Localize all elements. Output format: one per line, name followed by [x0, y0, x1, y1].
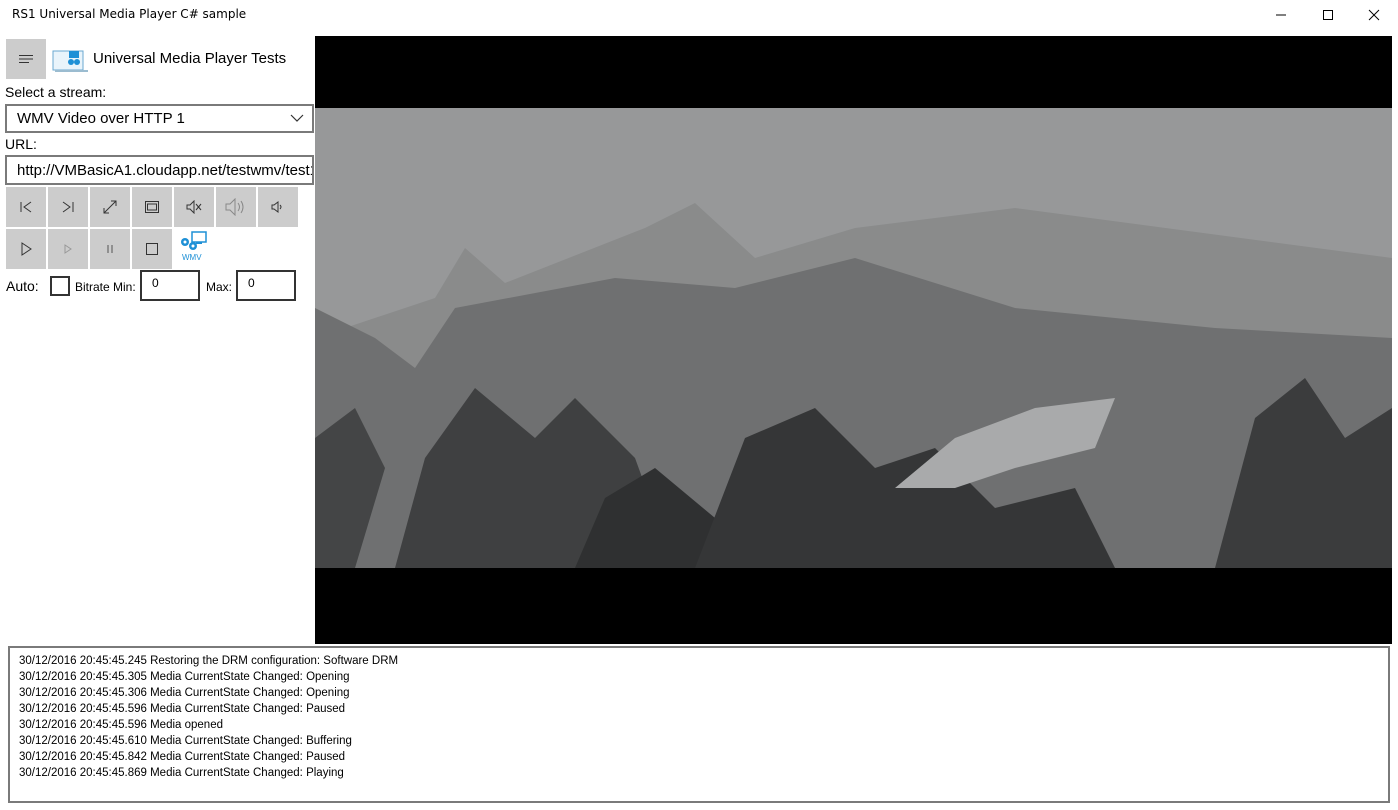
log-line: 30/12/2016 20:45:45.869 Media CurrentSta… [19, 767, 344, 779]
play-disabled-icon [64, 244, 72, 254]
url-value: http://VMBasicA1.cloudapp.net/testwmv/te… [17, 162, 312, 179]
play-icon [21, 242, 32, 256]
bitrate-min-value: 0 [152, 276, 159, 290]
app-logo-icon [52, 50, 88, 72]
left-panel: Universal Media Player Tests Select a st… [0, 36, 315, 644]
log-line: 30/12/2016 20:45:45.610 Media CurrentSta… [19, 735, 352, 747]
bitrate-max-input[interactable]: 0 [236, 270, 296, 301]
bitrate-max-label: Max: [206, 280, 233, 294]
next-button[interactable] [48, 187, 88, 227]
maximize-icon [1323, 10, 1333, 20]
auto-checkbox[interactable] [50, 276, 70, 296]
mute-button[interactable] [174, 187, 214, 227]
title-bar: RS1 Universal Media Player C# sample [0, 0, 1398, 32]
app-title: Universal Media Player Tests [93, 50, 287, 67]
pause-icon [107, 245, 113, 253]
close-button[interactable] [1351, 0, 1397, 30]
stream-selected-value: WMV Video over HTTP 1 [17, 110, 185, 127]
fullscreen-icon [103, 200, 117, 214]
video-player[interactable] [315, 36, 1392, 644]
volume-down-button[interactable] [258, 187, 298, 227]
minimize-icon [1276, 14, 1286, 16]
video-frame-image [315, 108, 1392, 568]
log-line: 30/12/2016 20:45:45.842 Media CurrentSta… [19, 751, 346, 763]
pause-button[interactable] [90, 229, 130, 269]
auto-label: Auto: [6, 278, 39, 294]
stream-select[interactable]: WMV Video over HTTP 1 [5, 104, 314, 133]
previous-icon [20, 201, 32, 213]
maximize-button[interactable] [1305, 0, 1351, 30]
log-line: 30/12/2016 20:45:45.245 Restoring the DR… [19, 655, 399, 667]
bitrate-min-input[interactable]: 0 [140, 270, 200, 301]
mute-icon [186, 200, 202, 214]
url-input[interactable]: http://VMBasicA1.cloudapp.net/testwmv/te… [5, 155, 314, 185]
wmv-badge: WMV [178, 231, 214, 263]
url-label: URL: [5, 136, 37, 152]
volume-down-icon [271, 201, 282, 213]
log-line: 30/12/2016 20:45:45.305 Media CurrentSta… [19, 671, 350, 683]
close-icon [1368, 9, 1380, 21]
window-title: RS1 Universal Media Player C# sample [12, 7, 247, 21]
previous-button[interactable] [6, 187, 46, 227]
play-disabled-button[interactable] [48, 229, 88, 269]
volume-up-icon [225, 198, 244, 216]
stop-icon [146, 243, 158, 255]
video-frame [315, 108, 1392, 568]
window-mode-icon [145, 201, 159, 213]
log-line: 30/12/2016 20:45:45.596 Media opened [19, 719, 223, 731]
window-mode-button[interactable] [132, 187, 172, 227]
stop-button[interactable] [132, 229, 172, 269]
bitrate-max-value: 0 [248, 276, 255, 290]
log-line: 30/12/2016 20:45:45.596 Media CurrentSta… [19, 703, 346, 715]
bitrate-min-label: Bitrate Min: [75, 280, 136, 294]
log-line: 30/12/2016 20:45:45.306 Media CurrentSta… [19, 687, 350, 699]
next-icon [62, 201, 74, 213]
chevron-down-icon [290, 114, 304, 122]
fullscreen-button[interactable] [90, 187, 130, 227]
stream-label: Select a stream: [5, 84, 107, 100]
play-button[interactable] [6, 229, 46, 269]
minimize-button[interactable] [1258, 0, 1304, 30]
wmv-badge-label: WMV [182, 253, 202, 262]
volume-up-button[interactable] [216, 187, 256, 227]
hamburger-button[interactable] [6, 39, 46, 79]
log-panel[interactable]: 30/12/2016 20:45:45.245 Restoring the DR… [8, 646, 1390, 803]
hamburger-icon [19, 55, 33, 63]
wmv-logo-icon [181, 231, 207, 250]
